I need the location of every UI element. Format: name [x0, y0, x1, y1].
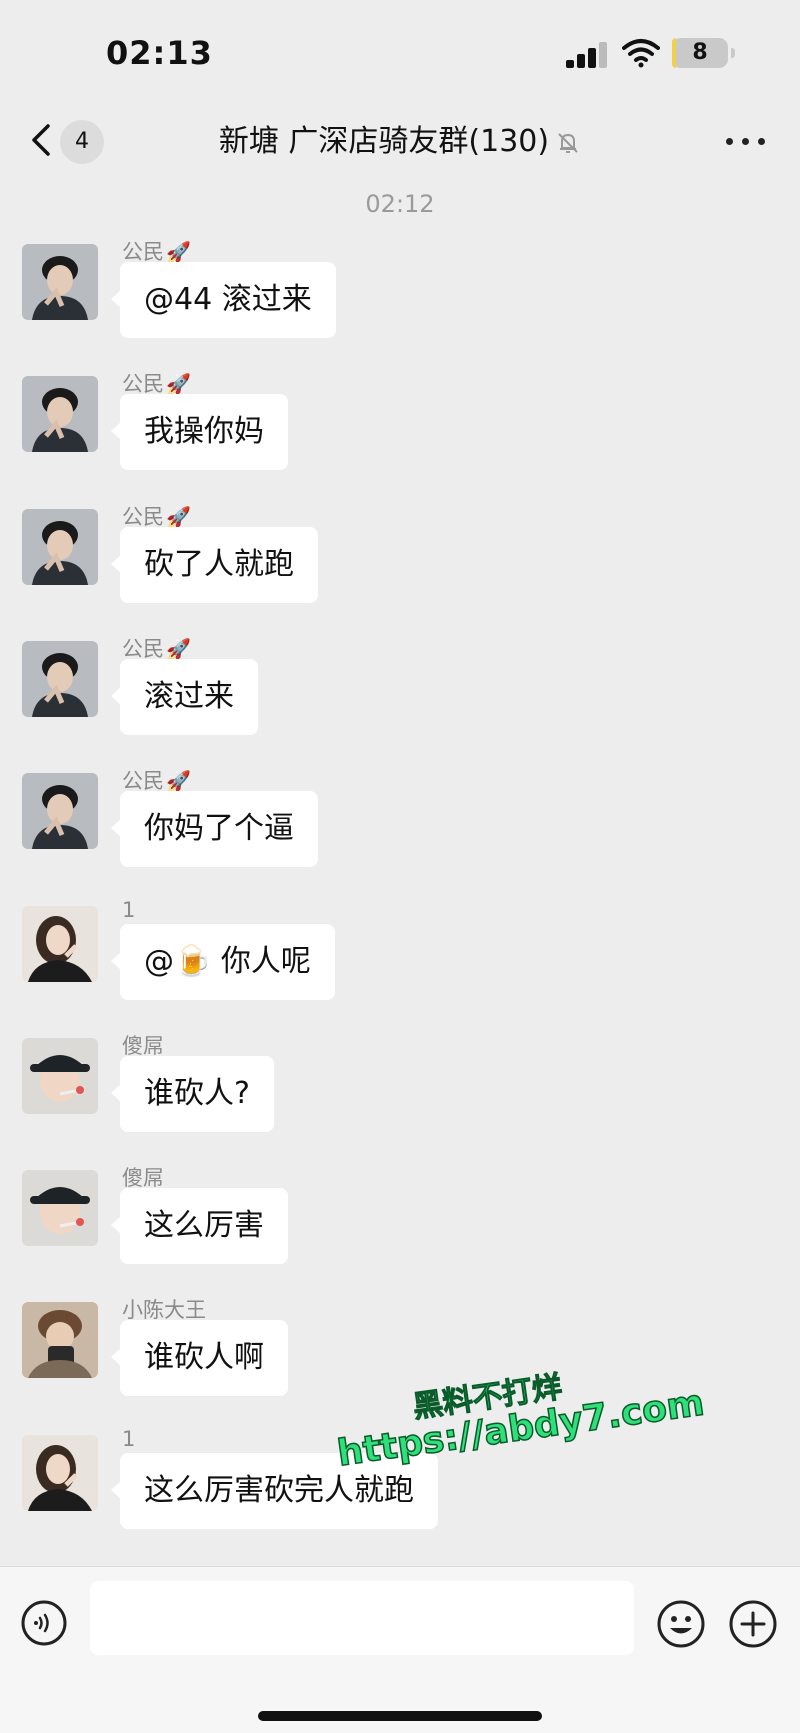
group-name: 新塘 广深店骑友群(130)	[218, 124, 550, 159]
rocket-icon: 🚀	[166, 240, 191, 264]
voice-input-icon[interactable]	[20, 1599, 68, 1647]
rocket-icon: 🚀	[166, 769, 191, 794]
input-bar	[0, 1566, 800, 1733]
message-bubble[interactable]: 谁砍人?	[111, 1055, 274, 1132]
rocket-icon: 🚀	[166, 372, 191, 397]
battery-indicator: 8	[672, 38, 735, 68]
sender-name-text: 公民	[122, 769, 164, 794]
message-bubble[interactable]: @🍺 你人呢	[111, 923, 335, 1000]
sender-name-text: 傻屌	[122, 1166, 164, 1191]
avatar[interactable]	[22, 1037, 98, 1114]
message-row: 傻屌 这么厉害	[0, 1162, 800, 1288]
message-row: 公民 🚀 我操你妈	[0, 368, 800, 494]
message-timestamp: 02:12	[365, 190, 435, 218]
avatar[interactable]	[22, 905, 98, 982]
message-row: 公民 🚀 滚过来	[0, 633, 800, 759]
status-time: 02:13	[106, 34, 213, 72]
sender-name-text: 公民	[122, 636, 164, 661]
rocket-icon: 🚀	[166, 636, 191, 661]
cellular-signal-icon	[566, 42, 608, 68]
sender-name: 1	[122, 1427, 135, 1451]
message-bubble[interactable]: 砍了人就跑	[111, 526, 318, 603]
avatar[interactable]	[22, 1434, 98, 1511]
sender-name-text: 公民	[122, 372, 164, 397]
rocket-icon: 🚀	[166, 504, 191, 529]
back-chevron-icon[interactable]	[26, 120, 56, 160]
message-bubble[interactable]: 滚过来	[111, 658, 258, 735]
message-bubble[interactable]: @44 滚过来	[111, 262, 336, 338]
message-input[interactable]	[90, 1581, 634, 1655]
more-options-icon[interactable]	[726, 138, 766, 148]
avatar[interactable]	[22, 1170, 98, 1247]
avatar[interactable]	[22, 244, 98, 320]
message-bubble[interactable]: 这么厉害	[111, 1188, 288, 1265]
avatar[interactable]	[22, 1302, 98, 1379]
message-row: 公民 🚀 你妈了个逼	[0, 765, 800, 891]
message-row: 公民 🚀 @44 滚过来	[0, 236, 800, 362]
status-bar: 02:13 8	[0, 0, 800, 100]
sender-name-text: 1	[122, 897, 136, 922]
add-more-icon[interactable]	[728, 1599, 778, 1649]
avatar[interactable]	[22, 376, 98, 453]
avatar[interactable]	[22, 508, 98, 585]
sender-name-text: 傻屌	[122, 1033, 164, 1058]
unread-count-badge[interactable]: 4	[60, 120, 104, 164]
sender-name-text: 公民	[122, 240, 164, 264]
home-indicator	[258, 1711, 542, 1721]
wifi-icon	[622, 39, 660, 68]
message-row: 公民 🚀 砍了人就跑	[0, 501, 800, 627]
emoji-icon[interactable]	[656, 1599, 706, 1649]
muted-bell-icon	[558, 132, 578, 153]
battery-level: 8	[692, 40, 708, 65]
chat-title[interactable]: 新塘 广深店骑友群(130)	[120, 120, 680, 164]
sender-name-text: 小陈大王	[122, 1298, 206, 1323]
sender-name: 1	[122, 898, 135, 922]
avatar[interactable]	[22, 640, 98, 717]
sender-name-text: 1	[122, 1426, 136, 1451]
sender-name-text: 公民	[122, 504, 164, 529]
message-bubble[interactable]: 你妈了个逼	[111, 791, 318, 868]
avatar[interactable]	[22, 773, 98, 850]
message-row: 傻屌 谁砍人?	[0, 1030, 800, 1156]
message-bubble[interactable]: 我操你妈	[111, 394, 288, 471]
message-row: 1 @🍺 你人呢	[0, 898, 800, 1024]
message-bubble[interactable]: 谁砍人啊	[111, 1320, 288, 1397]
chat-header: 4 新塘 广深店骑友群(130)	[0, 100, 800, 182]
